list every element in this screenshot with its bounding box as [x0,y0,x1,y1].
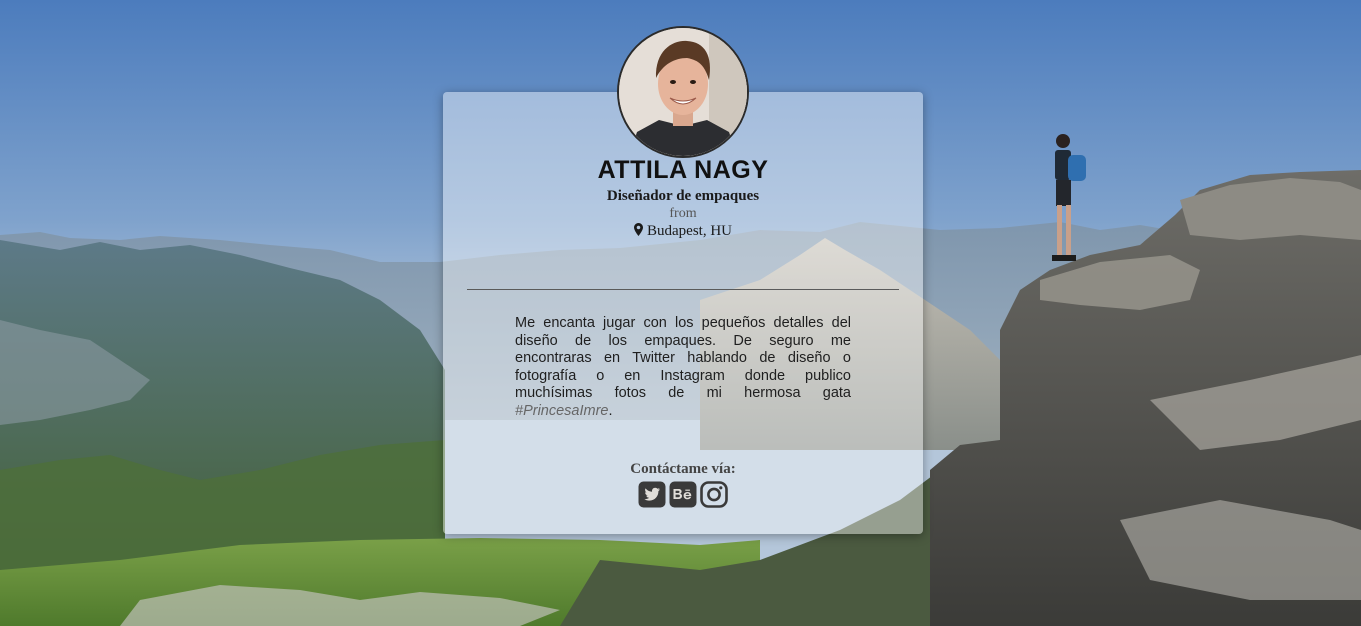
twitter-icon [638,481,666,508]
twitter-link[interactable] [638,481,666,508]
profile-location: Budapest, HU [443,223,923,240]
profile-card: ATTILA NAGY Diseñador de empaques from B… [443,26,923,534]
profile-role: Diseñador de empaques [606,188,760,204]
divider [467,289,899,290]
social-links [443,481,923,508]
instagram-icon [700,481,728,508]
from-label: from [669,206,697,221]
location-text: Budapest, HU [647,223,732,239]
instagram-link[interactable] [700,481,728,508]
profile-bio: Me encanta jugar con los pequeños detall… [515,315,851,420]
behance-link[interactable] [669,481,697,508]
behance-icon [669,481,697,508]
profile-name: ATTILA NAGY [597,156,769,184]
bio-text: Me encanta jugar con los pequeños detall… [515,315,851,401]
contact-label: Contáctame vía: [630,461,736,477]
bio-hashtag: #PrincesaImre [515,402,609,419]
map-pin-icon [634,223,643,236]
avatar [617,26,749,158]
bio-end: . [608,402,613,419]
